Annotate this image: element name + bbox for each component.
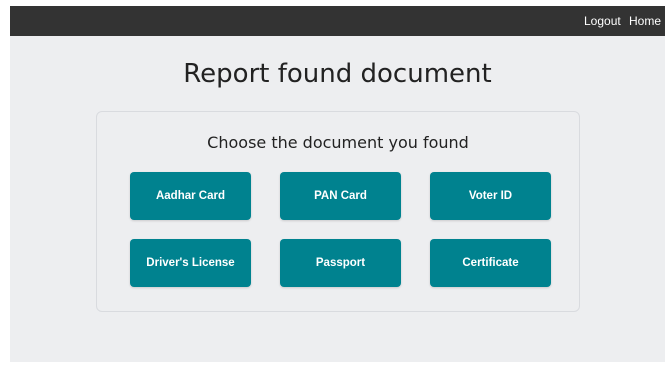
top-navbar: Logout Home [10,6,665,36]
browser-viewport: Logout Home Report found document Choose… [10,6,665,362]
drivers-license-button[interactable]: Driver's License [130,239,251,287]
card-title: Choose the document you found [207,133,469,152]
pan-card-button[interactable]: PAN Card [280,172,401,220]
certificate-button[interactable]: Certificate [430,239,551,287]
logout-link[interactable]: Logout [584,6,621,36]
home-link[interactable]: Home [629,6,661,36]
voter-id-button[interactable]: Voter ID [430,172,551,220]
page-title: Report found document [183,59,492,89]
document-choice-card: Choose the document you found Aadhar Car… [96,111,580,312]
passport-button[interactable]: Passport [280,239,401,287]
aadhar-card-button[interactable]: Aadhar Card [130,172,251,220]
